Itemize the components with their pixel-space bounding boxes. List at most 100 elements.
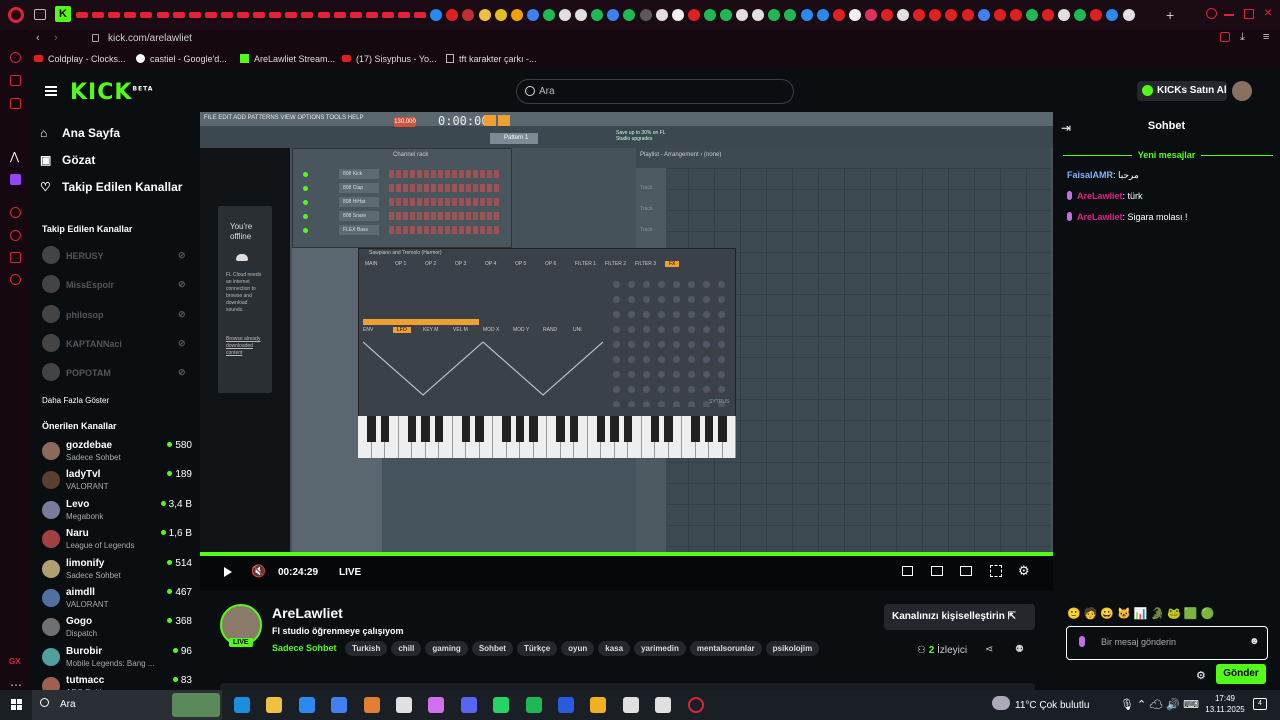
tab-favicon-icon[interactable] [655, 9, 668, 21]
extensions-icon[interactable] [10, 252, 21, 263]
fl-studio-icon[interactable] [590, 697, 607, 713]
tag-chip[interactable]: chill [391, 641, 422, 656]
customize-channel-button[interactable]: Kanalınızı kişiselleştirin ⇱ [884, 604, 1035, 630]
send-button[interactable]: Gönder [1216, 664, 1266, 684]
video-player[interactable]: FILE EDIT ADD PATTERNS VIEW OPTIONS TOOL… [200, 112, 1053, 591]
tab-favicon-icon[interactable] [591, 9, 604, 21]
recommended-channel[interactable]: limonify Sadece Sohbet 514 [42, 556, 192, 584]
tab-favicon-icon[interactable] [317, 12, 330, 18]
app-icon[interactable] [558, 697, 574, 713]
close-window-icon[interactable]: × [1264, 4, 1272, 20]
aria-icon[interactable] [10, 52, 21, 63]
tab-favicon-icon[interactable] [237, 12, 249, 18]
tag-chip[interactable]: kasa [598, 641, 631, 656]
gear-icon[interactable]: ⚙ [1018, 563, 1030, 579]
tab-favicon-icon[interactable] [430, 9, 443, 21]
emoji-picker-icon[interactable]: ☻ [1249, 636, 1260, 647]
tab-favicon-icon[interactable] [542, 9, 555, 21]
tab-favicon-icon[interactable] [671, 9, 684, 21]
chat-input[interactable]: Bir mesaj gönderin ☻ [1066, 626, 1268, 660]
tab-favicon-icon[interactable] [1074, 9, 1087, 21]
tag-chip[interactable]: Turkish [345, 641, 388, 656]
tab-favicon-icon[interactable] [1058, 9, 1071, 21]
soundcloud-icon[interactable] [363, 697, 380, 713]
bookmark-4[interactable]: tft karakter çarkı -... [446, 54, 537, 64]
tab-favicon-icon[interactable] [253, 12, 266, 18]
download-icon[interactable]: ⤓ [1240, 31, 1245, 44]
tag-chip[interactable]: Sohbet [471, 641, 513, 656]
taskbar-search[interactable]: Ara [32, 690, 222, 720]
bookmark-3[interactable]: (17) Sisyphus - Yo... [342, 54, 437, 64]
discord-icon[interactable] [460, 697, 477, 713]
tab-favicon-icon[interactable] [204, 12, 217, 18]
buy-kicks-button[interactable]: KICKs Satın Al [1137, 81, 1227, 101]
tab-favicon-icon[interactable] [301, 12, 314, 18]
weather-text[interactable]: 11°C Çok bulutlu [1015, 700, 1089, 711]
messenger-icon[interactable] [10, 75, 21, 86]
tab-favicon-icon[interactable] [784, 9, 797, 21]
tab-favicon-icon[interactable] [92, 12, 105, 18]
tab-favicon-icon[interactable] [929, 9, 942, 21]
tab-favicon-icon[interactable] [462, 9, 475, 21]
player-icon[interactable] [10, 207, 21, 218]
category-link[interactable]: Sadece Sohbet [272, 643, 337, 653]
tab-favicon-icon[interactable] [945, 9, 958, 21]
mute-icon[interactable]: 🔇 [251, 564, 266, 578]
chat-username[interactable]: AreLawliet [1077, 191, 1123, 201]
new-tab-icon[interactable]: + [1166, 7, 1174, 23]
history-icon[interactable] [10, 230, 21, 241]
twitch-icon[interactable] [10, 174, 21, 185]
followed-item[interactable]: KAPTANNaci ⊘ [42, 334, 192, 356]
nav-following[interactable]: ♡ Takip Edilen Kanallar [40, 180, 182, 194]
tab-favicon-icon[interactable] [768, 9, 781, 21]
snapshot-icon[interactable] [1220, 32, 1230, 42]
tab-favicon-icon[interactable] [349, 12, 362, 18]
app-icon[interactable] [525, 697, 542, 713]
tab-favicon-icon[interactable] [220, 12, 233, 18]
maximize-icon[interactable] [1244, 9, 1254, 19]
kick-sidebar-icon[interactable]: ⋀ [10, 152, 21, 163]
tab-favicon-icon[interactable] [623, 9, 636, 21]
tab-favicon-icon[interactable] [639, 9, 652, 21]
opera-logo-icon[interactable] [8, 7, 24, 23]
workspace-icon[interactable] [34, 9, 46, 20]
share-icon[interactable]: ⋖ [985, 644, 993, 655]
tab-favicon-icon[interactable] [1025, 9, 1038, 21]
tab-favicon-icon[interactable] [897, 9, 910, 21]
tab-favicon-icon[interactable] [172, 12, 185, 18]
tab-favicon-icon[interactable] [720, 9, 732, 21]
tab-favicon-icon[interactable] [140, 12, 153, 18]
show-more-link[interactable]: Daha Fazla Göster [42, 396, 109, 405]
tab-favicon-icon[interactable] [607, 9, 620, 21]
edge-icon[interactable] [234, 697, 250, 713]
tab-favicon-icon[interactable] [333, 12, 346, 18]
tab-favicon-icon[interactable] [188, 12, 201, 18]
tab-favicon-icon[interactable] [559, 9, 571, 21]
recommended-channel[interactable]: Naru League of Legends 1,6 B [42, 526, 192, 554]
tab-favicon-icon[interactable] [752, 9, 765, 21]
opera-icon[interactable] [687, 697, 704, 713]
minimize-icon[interactable] [1224, 14, 1234, 16]
system-tray-icons[interactable]: 🎙 ⌃ ☁ 🔊 ⌨ [1120, 698, 1199, 711]
tab-favicon-icon[interactable] [76, 12, 88, 18]
theater-mode-icon[interactable] [960, 566, 972, 576]
bookmark-1[interactable]: castiel - Google'd... [136, 54, 227, 64]
forward-icon[interactable]: › [54, 32, 58, 44]
recommended-channel[interactable]: Burobir Mobile Legends: Bang ... 96 [42, 644, 192, 672]
tab-favicon-icon[interactable] [414, 12, 427, 18]
search-input[interactable]: Ara [516, 79, 794, 104]
follow-user-icon[interactable]: ⚉ [1015, 644, 1024, 655]
pip-icon[interactable] [902, 566, 913, 576]
notification-icon[interactable]: 4 [1253, 698, 1267, 710]
tab-favicon-icon[interactable] [526, 9, 539, 21]
chat-username[interactable]: AreLawliet [1077, 212, 1123, 222]
tab-favicon-icon[interactable] [365, 12, 378, 18]
microphone-icon[interactable] [1079, 636, 1085, 647]
channel-name[interactable]: AreLawliet [272, 605, 343, 621]
mail-icon[interactable] [331, 697, 348, 713]
tab-favicon-icon[interactable] [269, 12, 282, 18]
tab-favicon-icon[interactable] [993, 9, 1006, 21]
tab-favicon-icon[interactable] [510, 9, 523, 21]
chat-settings-icon[interactable]: ⚙ [1196, 669, 1206, 682]
tag-chip[interactable]: yarimedin [634, 641, 686, 656]
